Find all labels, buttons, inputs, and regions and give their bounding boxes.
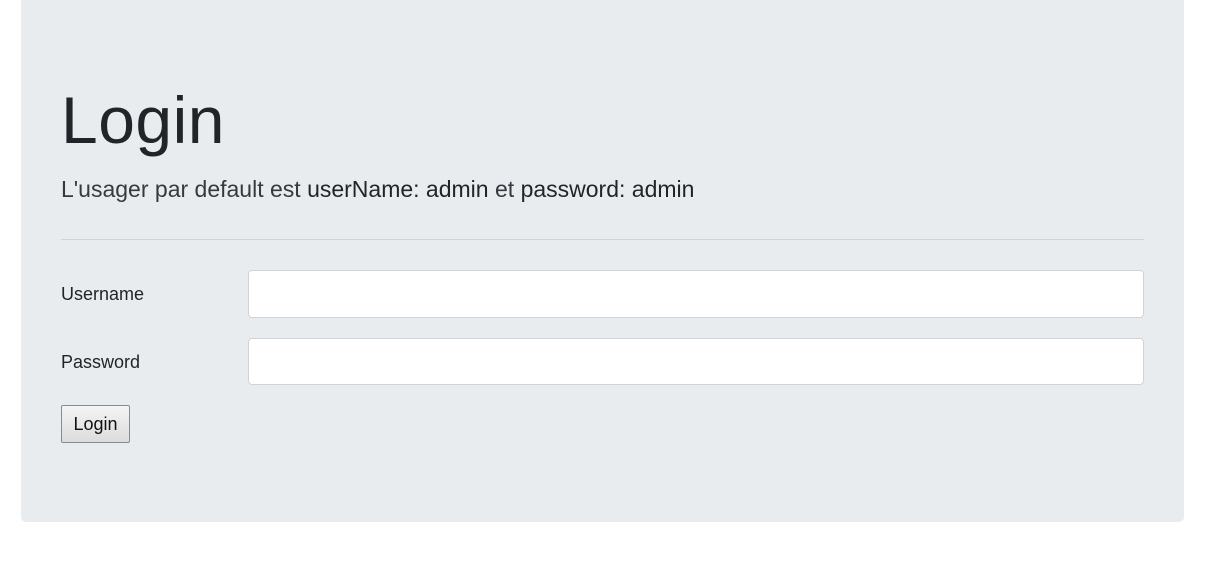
password-input[interactable] (248, 338, 1144, 385)
default-credentials-hint: L'usager par default est userName: admin… (61, 176, 694, 203)
hint-conjunction: et (488, 176, 521, 202)
divider (61, 239, 1144, 240)
password-label: Password (61, 352, 141, 372)
login-button[interactable]: Login (61, 405, 130, 443)
hint-username: userName: admin (307, 176, 489, 202)
login-panel: Login L'usager par default est userName:… (21, 0, 1184, 522)
username-label: Username (61, 284, 145, 304)
hint-password: password: admin (520, 176, 695, 202)
username-input[interactable] (248, 270, 1144, 318)
hint-prefix: L'usager par default est (61, 176, 308, 202)
page-title: Login (61, 83, 225, 157)
